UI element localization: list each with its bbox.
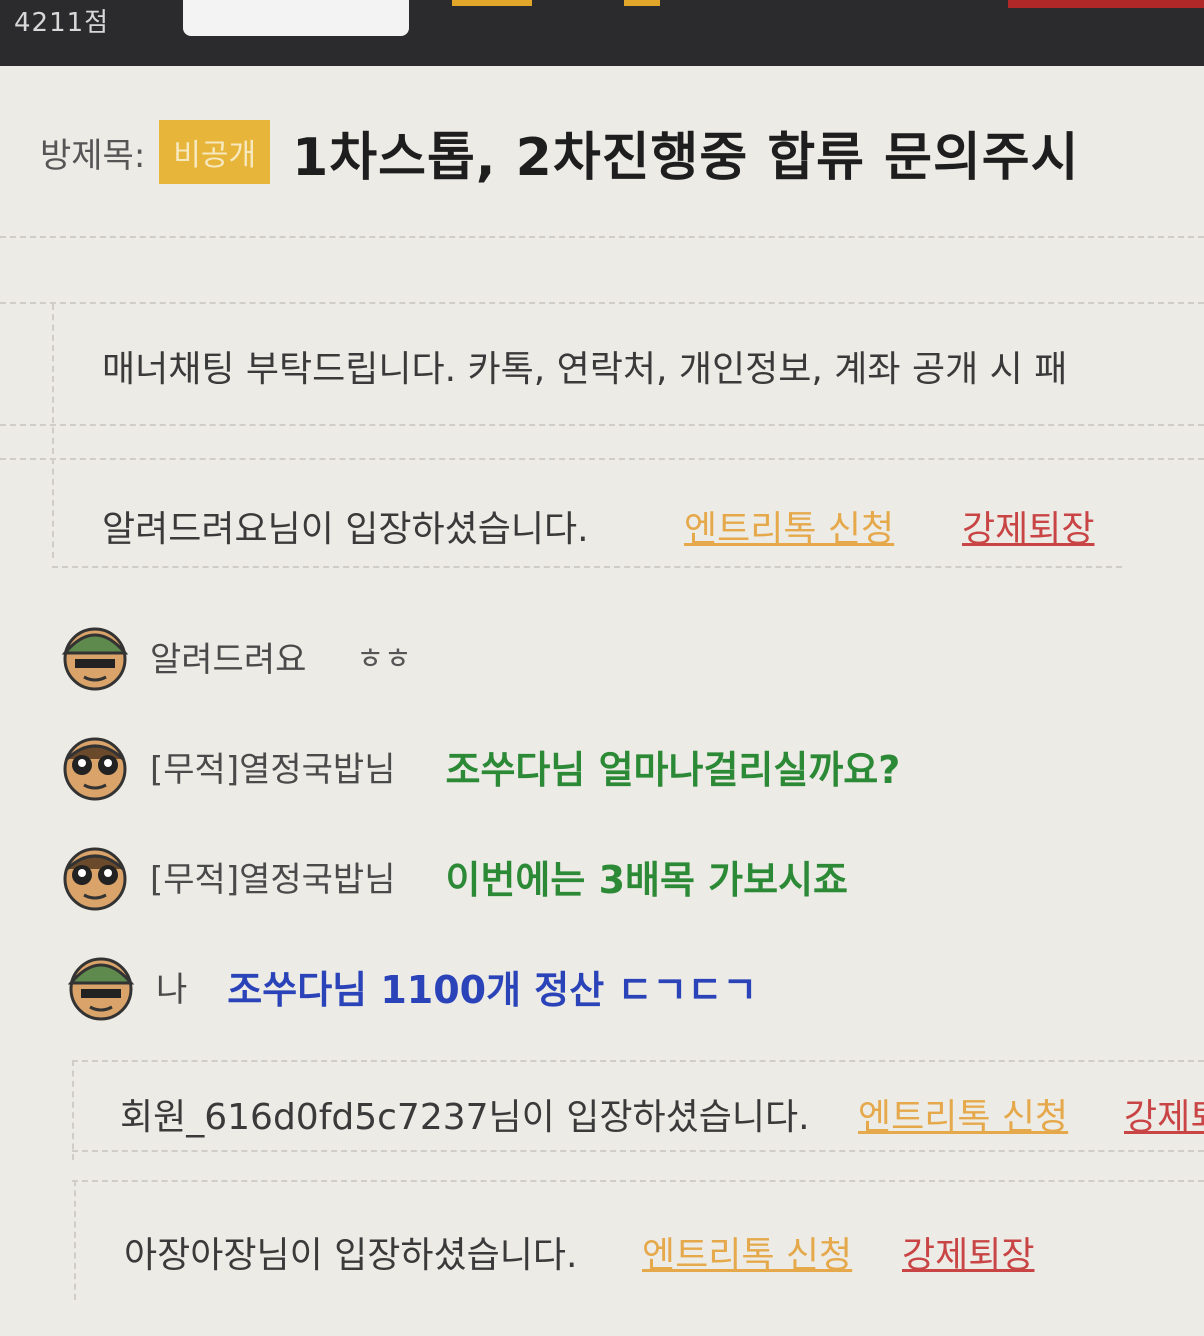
chat-nickname[interactable]: 나 (156, 962, 187, 1011)
notice-row: 매너채팅 부탁드립니다. 카톡, 연락처, 개인정보, 계좌 공개 시 패 (52, 304, 1204, 454)
soldier-helmet-icon (61, 627, 129, 691)
chat-text: 이번에는 3배목 가보시죠 (445, 857, 849, 902)
chat-message: 알려드려요 ㅎㅎ (58, 616, 412, 696)
divider (72, 1150, 1204, 1152)
entry-message: 알려드려요님이 입장하셨습니다. 엔트리톡 신청 강제퇴장 (52, 458, 1204, 558)
points-display: 4211점 (14, 8, 110, 38)
goggles-face-icon (63, 847, 127, 911)
divider (0, 236, 1204, 238)
room-title-row: 방제목: 비공개 1차스톱, 2차진행중 합류 문의주시 (40, 112, 1204, 192)
notice-text: 매너채팅 부탁드립니다. 카톡, 연락처, 개인정보, 계좌 공개 시 패 (102, 349, 1068, 390)
chat-nickname[interactable]: [무적]열정국밥님 (150, 852, 396, 901)
chat-text: 조쑤다님 1100개 정산 ㄷㄱㄷㄱ (227, 967, 758, 1012)
kick-link[interactable]: 강제퇴장 (962, 500, 1094, 552)
entry-apply-link[interactable]: 엔트리톡 신청 (642, 1226, 852, 1278)
entry-message: 회원_616d0fd5c7237님이 입장하셨습니다. 엔트리톡 신청 강제퇴 (72, 1060, 1204, 1160)
chat-nickname[interactable]: 알려드려요 (150, 632, 306, 681)
room-title: 1차스톱, 2차진행중 합류 문의주시 (292, 127, 1080, 188)
kick-link[interactable]: 강제퇴 (1124, 1088, 1204, 1140)
room-title-label: 방제목: (40, 135, 146, 176)
chat-text: ㅎㅎ (356, 642, 412, 677)
top-bar: 4211점 (0, 0, 1204, 66)
entry-text: 회원_616d0fd5c7237님이 입장하셨습니다. (120, 1097, 810, 1138)
private-badge: 비공개 (159, 120, 271, 184)
entry-apply-link[interactable]: 엔트리톡 신청 (684, 500, 894, 552)
entry-message: 아장아장님이 입장하셨습니다. 엔트리톡 신청 강제퇴장 (74, 1180, 1204, 1300)
menu-highlight-2 (624, 0, 660, 6)
entry-apply-link[interactable]: 엔트리톡 신청 (858, 1088, 1068, 1140)
entry-text: 알려드려요님이 입장하셨습니다. (102, 509, 589, 550)
chat-nickname[interactable]: [무적]열정국밥님 (150, 742, 396, 791)
top-right-tab[interactable] (1008, 0, 1204, 8)
divider (0, 424, 1204, 426)
goggles-face-icon (63, 737, 127, 801)
kick-link[interactable]: 강제퇴장 (902, 1226, 1034, 1278)
chat-text: 조쑤다님 얼마나걸리실까요? (445, 747, 901, 792)
chat-message: [무적]열정국밥님 이번에는 3배목 가보시죠 (58, 836, 848, 916)
divider (52, 566, 1122, 568)
entry-text: 아장아장님이 입장하셨습니다. (124, 1235, 578, 1276)
soldier-helmet-icon (67, 957, 135, 1021)
menu-highlight (452, 0, 532, 6)
chat-message: 나 조쑤다님 1100개 정산 ㄷㄱㄷㄱ (64, 946, 757, 1026)
chat-message: [무적]열정국밥님 조쑤다님 얼마나걸리실까요? (58, 726, 900, 806)
search-input[interactable] (183, 0, 409, 36)
